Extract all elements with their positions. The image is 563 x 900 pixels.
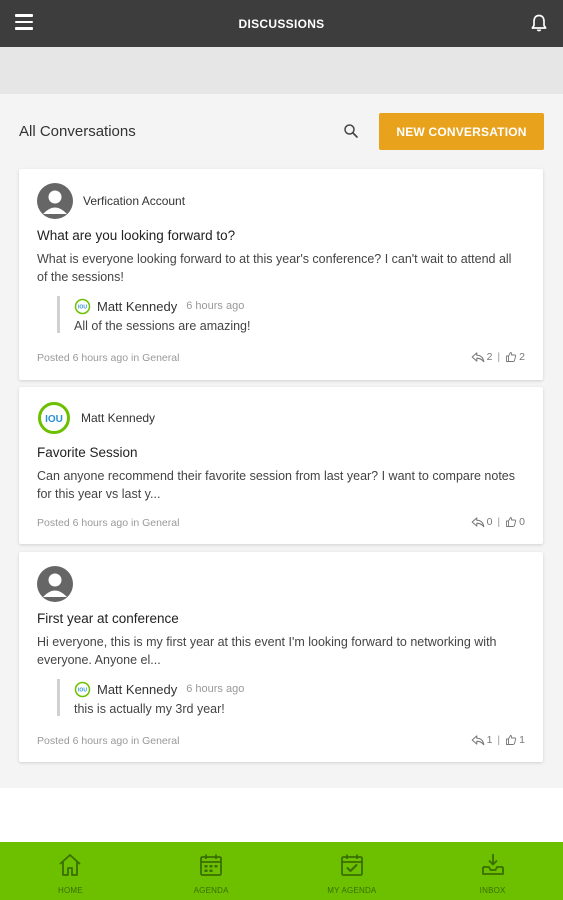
- nav-my-agenda-label: MY AGENDA: [327, 886, 377, 895]
- default-user-avatar: [37, 566, 73, 602]
- search-icon[interactable]: [342, 122, 360, 140]
- post-body: Can anyone recommend their favorite sess…: [37, 469, 516, 501]
- reply-icon: [471, 517, 484, 528]
- post-stats: 0 | 0: [471, 516, 525, 528]
- like-count: 2: [519, 351, 525, 363]
- nav-inbox-label: INBOX: [479, 886, 506, 895]
- reply-icon: [471, 352, 484, 363]
- like-count: 1: [519, 734, 525, 746]
- reply-author[interactable]: Matt Kennedy: [97, 682, 177, 697]
- post-author[interactable]: Matt Kennedy: [81, 411, 155, 425]
- card-header: IOU Matt Kennedy: [37, 401, 155, 435]
- new-conversation-button[interactable]: NEW CONVERSATION: [379, 113, 544, 150]
- nav-agenda[interactable]: AGENDA: [141, 842, 282, 900]
- calendar-check-icon: [340, 854, 363, 876]
- reply-author[interactable]: Matt Kennedy: [97, 299, 177, 314]
- iou-logo-avatar: IOU: [37, 401, 71, 435]
- inbox-icon: [481, 854, 504, 875]
- post-meta: Posted 6 hours ago in General: [37, 735, 180, 747]
- nav-home[interactable]: HOME: [0, 842, 141, 900]
- thumbs-up-icon[interactable]: [505, 516, 517, 528]
- latest-reply: IOU Matt Kennedy 6 hours ago All of the …: [57, 296, 497, 333]
- post-title[interactable]: What are you looking forward to?: [37, 228, 235, 243]
- thumbs-up-icon[interactable]: [505, 351, 517, 363]
- reply-count: 2: [486, 351, 493, 363]
- iou-logo-icon: IOU: [74, 298, 91, 315]
- like-count: 0: [519, 516, 525, 528]
- hamburger-menu-icon[interactable]: [15, 14, 33, 32]
- svg-text:IOU: IOU: [45, 414, 63, 425]
- calendar-icon: [200, 854, 223, 876]
- nav-agenda-label: AGENDA: [193, 886, 229, 895]
- nav-inbox[interactable]: INBOX: [422, 842, 563, 900]
- section-title: All Conversations: [19, 123, 136, 140]
- post-title[interactable]: Favorite Session: [37, 445, 138, 460]
- top-app-bar: DISCUSSIONS: [0, 0, 563, 47]
- iou-logo-icon: IOU: [74, 681, 91, 698]
- conversation-card[interactable]: First year at conference Hi everyone, th…: [19, 552, 543, 762]
- post-stats: 1 | 1: [471, 734, 525, 746]
- home-icon: [59, 854, 81, 876]
- post-meta: Posted 6 hours ago in General: [37, 352, 180, 364]
- card-header: [37, 566, 83, 602]
- reply-icon: [471, 735, 484, 746]
- card-header: Verfication Account: [37, 183, 185, 219]
- post-meta: Posted 6 hours ago in General: [37, 517, 180, 529]
- default-user-avatar: [37, 183, 73, 219]
- bottom-navigation: HOME AGENDA MY AGENDA INBOX: [0, 842, 563, 900]
- conversations-panel: All Conversations NEW CONVERSATION Verfi…: [0, 94, 563, 788]
- post-body: What is everyone looking forward to at t…: [37, 252, 512, 284]
- nav-home-label: HOME: [57, 886, 83, 895]
- svg-text:IOU: IOU: [78, 687, 87, 693]
- post-author[interactable]: Verfication Account: [83, 194, 185, 208]
- bell-icon[interactable]: [529, 13, 549, 33]
- latest-reply: IOU Matt Kennedy 6 hours ago this is act…: [57, 679, 497, 716]
- reply-text: this is actually my 3rd year!: [74, 702, 225, 716]
- sub-header-bar: [0, 47, 563, 94]
- reply-time: 6 hours ago: [186, 683, 245, 695]
- svg-text:IOU: IOU: [78, 304, 87, 310]
- reply-count: 1: [486, 734, 493, 746]
- conversation-card[interactable]: IOU Matt Kennedy Favorite Session Can an…: [19, 387, 543, 544]
- nav-my-agenda[interactable]: MY AGENDA: [282, 842, 423, 900]
- reply-count: 0: [486, 516, 493, 528]
- reply-time: 6 hours ago: [186, 300, 245, 312]
- reply-text: All of the sessions are amazing!: [74, 319, 251, 333]
- thumbs-up-icon[interactable]: [505, 734, 517, 746]
- conversation-card[interactable]: Verfication Account What are you looking…: [19, 169, 543, 380]
- page-title: DISCUSSIONS: [238, 16, 325, 31]
- post-body: Hi everyone, this is my first year at th…: [37, 635, 497, 667]
- post-stats: 2 | 2: [471, 351, 525, 363]
- post-title[interactable]: First year at conference: [37, 611, 179, 626]
